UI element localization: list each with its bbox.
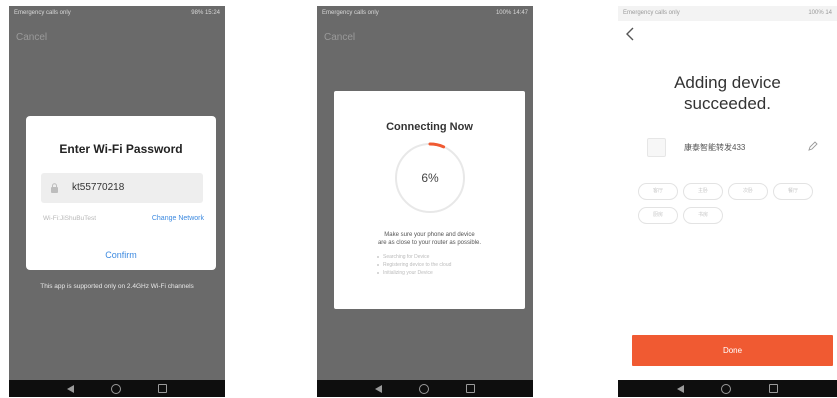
nav-recent-icon[interactable] [769,384,779,393]
done-button[interactable]: Done [632,335,833,366]
status-carrier: Emergency calls only [623,10,680,16]
tip-line-1: Make sure your phone and device [384,232,475,238]
proximity-tip: Make sure your phone and device are as c… [334,231,525,247]
status-battery-time: 100% 14:47 [495,10,528,16]
cancel-button[interactable]: Cancel [324,32,355,43]
success-title-line-2: succeeded. [684,94,771,113]
success-title: Adding device succeeded. [618,72,837,114]
dialog-title: Connecting Now [386,121,473,133]
chevron-left-icon[interactable] [625,27,635,41]
status-bar: Emergency calls only 100% 14 [618,6,837,21]
nav-home-icon[interactable] [721,383,732,394]
nav-back-icon[interactable] [67,384,75,393]
room-tag[interactable]: 客厅 [638,183,678,200]
support-note: This app is supported only on 2.4GHz Wi-… [40,283,194,290]
wifi-ssid: Wi-Fi:JiShuBuTest [43,215,97,222]
navigation-bar [9,380,225,397]
device-checkbox[interactable] [647,138,666,157]
wifi-password-dialog: Enter Wi-Fi Password kt55770218 Wi-Fi:Ji… [26,116,216,270]
progress-percent: 6% [421,171,439,185]
status-battery-time: 98% 15:24 [191,10,220,16]
nav-back-icon[interactable] [375,384,383,393]
connection-steps: Searching for Device Registering device … [377,253,451,277]
room-selector: 客厅 主卧 次卧 餐厅 厨房 书房 [638,183,824,224]
change-network-link[interactable]: Change Network [152,215,204,222]
step-item: Initializing your Device [377,269,451,277]
step-item: Registering device to the cloud [377,261,451,269]
status-bar: Emergency calls only 98% 15:24 [9,6,225,21]
status-battery-time: 100% 14 [808,10,832,16]
navigation-bar [317,380,533,397]
phone-screen-connecting: Emergency calls only 100% 14:47 Cancel C… [317,6,533,397]
lock-icon [51,183,58,193]
connecting-dialog: Connecting Now 6% Make sure your phone a… [334,91,525,309]
nav-home-icon[interactable] [418,383,429,394]
room-tag[interactable]: 书房 [683,207,723,224]
password-value: kt55770218 [72,182,125,193]
nav-recent-icon[interactable] [157,384,167,393]
nav-home-icon[interactable] [110,383,121,394]
success-title-line-1: Adding device [674,73,781,92]
navigation-bar [618,380,837,397]
cancel-button[interactable]: Cancel [16,32,47,43]
tip-line-2: are as close to your router as possible. [377,240,482,246]
room-tag[interactable]: 餐厅 [773,183,813,200]
dialog-title: Enter Wi-Fi Password [59,142,183,156]
room-tag[interactable]: 主卧 [683,183,723,200]
status-carrier: Emergency calls only [322,10,379,16]
device-name: 康泰智能转发433 [684,143,746,152]
phone-screen-success: Emergency calls only 100% 14 Adding devi… [618,6,837,397]
status-carrier: Emergency calls only [14,10,71,16]
confirm-button[interactable]: Confirm [26,250,216,260]
pencil-icon[interactable] [808,141,818,151]
nav-recent-icon[interactable] [465,384,475,393]
phone-screen-wifi-password: Emergency calls only 98% 15:24 Cancel En… [9,6,225,397]
room-tag[interactable]: 厨房 [638,207,678,224]
room-tag[interactable]: 次卧 [728,183,768,200]
nav-back-icon[interactable] [676,384,684,393]
password-field[interactable]: kt55770218 [41,173,203,203]
step-item: Searching for Device [377,253,451,261]
status-bar: Emergency calls only 100% 14:47 [317,6,533,21]
